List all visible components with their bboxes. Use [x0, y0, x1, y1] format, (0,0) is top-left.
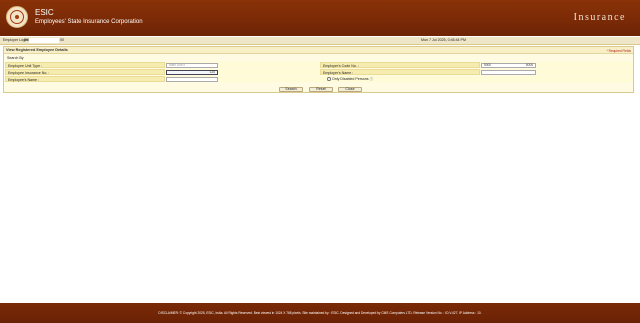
redacted-user-id [29, 38, 59, 43]
employer-code-label: Employer's Code No. : [320, 62, 480, 68]
panel-title: View Registered Employee Details [6, 48, 68, 52]
unit-type-select[interactable]: Main Unit ▾ [166, 63, 218, 68]
insurance-no-input[interactable]: 120 [166, 70, 218, 75]
user-id: 590 00 [24, 38, 64, 43]
org-full-name: Employees' State Insurance Corporation [35, 19, 143, 25]
action-buttons: Search Reset Close [4, 86, 633, 93]
employer-code-prefix: 5000 [484, 63, 492, 67]
user-id-suffix: 00 [60, 38, 64, 42]
employer-code-field[interactable]: 5000 5006 [481, 63, 536, 68]
employer-code-suffix: 5006 [525, 63, 533, 67]
close-button[interactable]: Close [338, 86, 362, 92]
esic-logo [6, 6, 28, 28]
user-info-bar: Employer Login 590 00 Mon 7 Jul 2025, 0:… [0, 37, 640, 45]
reset-button[interactable]: Reset [309, 86, 333, 92]
unit-type-value: Main Unit [169, 63, 183, 67]
form-row-2: Employee Insurance No. : 120 Employer's … [5, 69, 633, 75]
search-by-label: Search By [7, 56, 24, 60]
required-note: * Required Fields [606, 48, 631, 53]
disabled-persons-radio[interactable] [327, 77, 331, 81]
insurance-brand: Insurance [573, 12, 626, 23]
help-icon[interactable]: ⓘ [370, 77, 374, 81]
org-short-name: ESIC [35, 8, 54, 17]
insurance-no-label: Employee Insurance No. : [5, 69, 165, 75]
footer-disclaimer: DISCLAIMER: © Copyright 2025, ESIC, Indi… [158, 311, 482, 315]
employee-name-input[interactable] [166, 77, 218, 82]
search-button[interactable]: Search [279, 86, 303, 92]
app-header: ESIC Employees' State Insurance Corporat… [0, 0, 640, 36]
view-employee-panel: View Registered Employee Details * Requi… [3, 46, 634, 93]
form-row-1: Employee Unit Type : Main Unit ▾ Employe… [5, 62, 633, 68]
disabled-persons-label: Only Disabled Persons ⓘ [332, 77, 374, 81]
unit-type-label: Employee Unit Type : [5, 62, 165, 68]
chevron-down-icon: ▾ [183, 63, 185, 67]
employer-name-label: Employer's Name : [320, 69, 480, 75]
employer-name-input[interactable] [481, 70, 536, 75]
form-row-3: Employee's Name : Only Disabled Persons … [5, 76, 633, 82]
panel-title-bar: View Registered Employee Details * Requi… [4, 47, 633, 54]
page-footer: DISCLAIMER: © Copyright 2025, ESIC, Indi… [0, 303, 640, 323]
employee-name-label: Employee's Name : [5, 76, 165, 82]
login-datetime: Mon 7 Jul 2025, 0:46:44 PM [421, 38, 466, 42]
